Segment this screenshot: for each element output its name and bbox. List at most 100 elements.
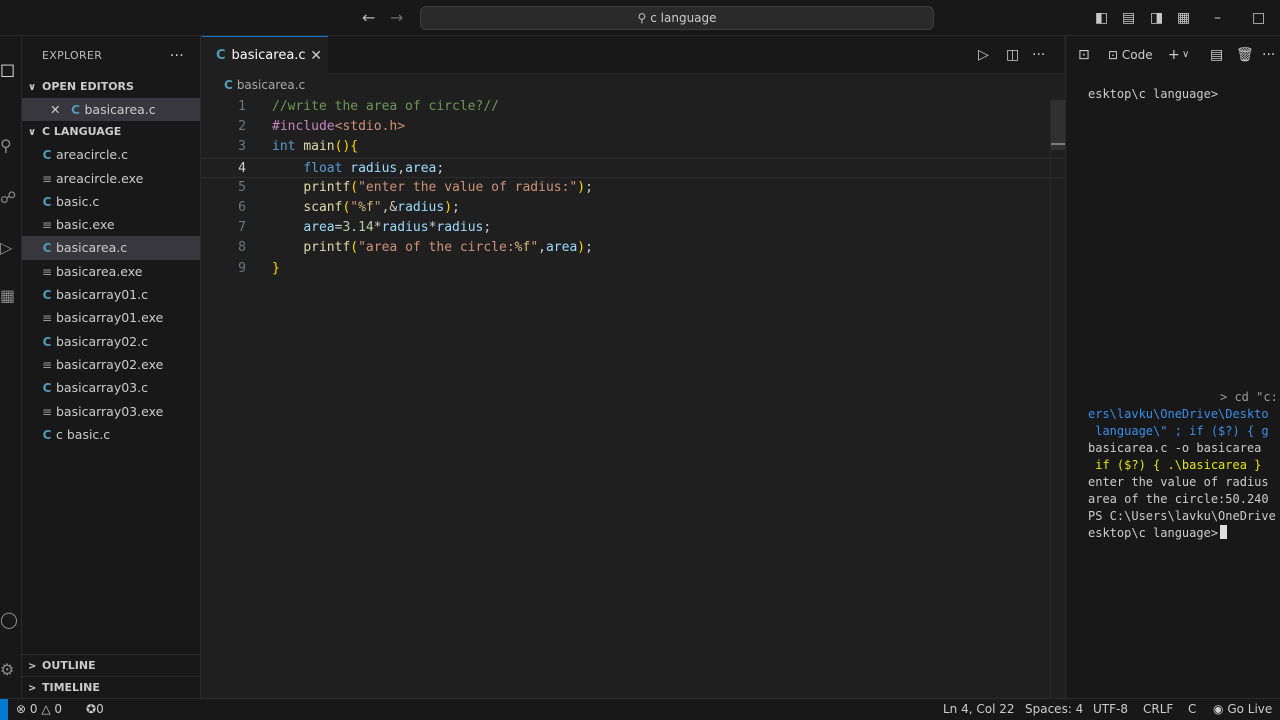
line-endings[interactable]: CRLF [1143, 699, 1173, 720]
back-arrow-icon[interactable]: ← [362, 8, 375, 28]
file-item[interactable]: Careacircle.c [22, 143, 200, 166]
split-editor-icon[interactable]: ◫ [1006, 46, 1019, 64]
trash-icon[interactable]: 🗑 [1236, 47, 1254, 63]
source-control-icon[interactable]: ☍ [0, 188, 22, 207]
line-number: 8 [238, 240, 246, 256]
terminal-line: > cd "c: [1088, 389, 1280, 406]
code-text: printf("enter the value of radius:"); [303, 179, 593, 195]
breadcrumb[interactable]: Cbasicarea.c [202, 74, 1064, 96]
file-item[interactable]: ≡ basicarray01.exe [22, 306, 200, 329]
customize-layout-icon[interactable]: ▦ [1177, 10, 1190, 26]
file-item[interactable]: Cbasic.c [22, 190, 200, 213]
file-item[interactable]: Cbasicarray02.c [22, 330, 200, 353]
maximize-icon[interactable]: □ [1252, 10, 1265, 26]
file-label: basic.exe [56, 217, 115, 233]
settings-gear-icon[interactable]: ⚙ [0, 660, 22, 679]
search-view-icon[interactable]: ⚲ [0, 136, 22, 155]
editor-area: Cbasicarea.c ✕ ▷ ◫ ··· Cbasicarea.c 1 //w… [202, 36, 1065, 698]
more-actions-icon[interactable]: ··· [170, 36, 184, 76]
command-center-search[interactable]: ⚲ c language [420, 6, 934, 30]
file-item[interactable]: Cbasicarray01.c [22, 283, 200, 306]
ports-status[interactable]: ✪0 [86, 699, 104, 720]
terminal-line: esktop\c language> [1088, 86, 1280, 103]
line-number: 1 [238, 99, 246, 114]
run-code-icon[interactable]: ▷ [978, 46, 989, 64]
code-line[interactable]: 9} [202, 259, 1064, 279]
c-file-icon: C [42, 194, 52, 209]
terminal-tab[interactable]: ⊡ Code [1108, 48, 1153, 62]
file-label: basicarea.exe [56, 263, 143, 279]
file-item[interactable]: Cc basic.c [22, 423, 200, 446]
indentation[interactable]: Spaces: 4 [1025, 699, 1083, 720]
terminal-panel: ⊡ ⊡ Code + ∨ ▤ 🗑 ··· esktop\c language> >… [1065, 36, 1280, 698]
exe-file-icon: ≡ [41, 311, 53, 326]
file-item[interactable]: ≡ basicarray02.exe [22, 353, 200, 376]
activity-bar: □ ⚲ ☍ ▷ ▦ ◯ ⚙ [0, 36, 22, 698]
code-line[interactable]: 1 //write the area of circle?// [202, 97, 1064, 117]
command-center-label: c language [650, 11, 717, 25]
toggle-panel-icon[interactable]: ▤ [1122, 10, 1135, 26]
remote-indicator[interactable] [0, 699, 8, 720]
file-label: c basic.c [56, 426, 111, 442]
folder-section[interactable]: ∨ C LANGUAGE [22, 121, 200, 143]
warning-count: 0 [54, 702, 63, 716]
close-icon[interactable]: ✕ [310, 37, 322, 75]
cursor-position[interactable]: Ln 4, Col 22 [943, 699, 1015, 720]
open-editor-item[interactable]: ✕ Cbasicarea.c [22, 98, 200, 122]
problems-status[interactable]: ⊗ 0 △ 0 [16, 699, 62, 720]
terminal-text: language\" ; if ($?) { g [1088, 424, 1269, 438]
line-number: 9 [238, 260, 246, 276]
file-item[interactable]: ≡ areacircle.exe [22, 167, 200, 190]
language-mode[interactable]: C [1188, 699, 1196, 720]
terminal-line: basicarea.c -o basicarea [1088, 440, 1280, 457]
file-label: basicarray03.exe [56, 403, 164, 419]
c-file-icon: C [42, 427, 52, 442]
toggle-primary-sidebar-icon[interactable]: ◧ [1095, 10, 1108, 26]
code-line[interactable]: 2 #include<stdio.h> [202, 117, 1064, 137]
outline-section[interactable]: > OUTLINE [22, 654, 201, 676]
forward-arrow-icon[interactable]: → [390, 8, 403, 28]
toggle-secondary-sidebar-icon[interactable]: ◨ [1150, 10, 1163, 26]
terminal-output[interactable]: esktop\c language> > cd "c: ers\lavku\OneD… [1088, 86, 1280, 542]
code-editor[interactable]: 1 //write the area of circle?// 2 #include<… [202, 97, 1064, 279]
code-line[interactable]: 8 printf("area of the circle:%f",area); [202, 238, 1064, 258]
file-item[interactable]: Cbasicarray03.c [22, 376, 200, 399]
encoding[interactable]: UTF-8 [1093, 699, 1128, 720]
explorer-icon[interactable]: □ [0, 60, 22, 79]
line-number: 5 [238, 179, 246, 195]
terminal-text: ers\lavku\OneDrive\Deskto [1088, 407, 1269, 421]
go-live-label: Go Live [1227, 702, 1273, 716]
more-actions-icon[interactable]: ··· [1262, 47, 1275, 63]
run-debug-icon[interactable]: ▷ [0, 238, 22, 257]
close-icon[interactable]: ✕ [50, 102, 60, 117]
code-text: int main(){ [272, 139, 359, 155]
tab-basicarea-c[interactable]: Cbasicarea.c ✕ [202, 36, 328, 74]
go-live-button[interactable]: ◉ Go Live [1213, 699, 1272, 720]
terminal-text: area of the circle:50.240 [1088, 492, 1269, 506]
file-item[interactable]: ≡ basicarray03.exe [22, 400, 200, 423]
account-icon[interactable]: ◯ [0, 610, 22, 629]
code-line[interactable]: 7 area=3.14*radius*radius; [202, 218, 1064, 238]
open-editors-section[interactable]: ∨ OPEN EDITORS [22, 76, 200, 98]
chevron-down-icon[interactable]: ∨ [1182, 47, 1189, 63]
exe-file-icon: ≡ [41, 404, 53, 419]
new-terminal-plus-icon[interactable]: + [1168, 47, 1180, 63]
file-item[interactable]: Cbasicarea.c [22, 236, 200, 260]
code-line[interactable]: 5 printf("enter the value of radius:"); [202, 178, 1064, 198]
code-line[interactable]: 4 float radius,area; [202, 157, 1064, 178]
code-line[interactable]: 3 int main(){ [202, 137, 1064, 157]
split-terminal-icon[interactable]: ▤ [1210, 47, 1223, 63]
more-actions-icon[interactable]: ··· [1032, 46, 1045, 64]
file-item[interactable]: ≡ basicarea.exe [22, 260, 200, 283]
code-line[interactable]: 6 scanf("%f",&radius); [202, 198, 1064, 218]
timeline-section[interactable]: > TIMELINE [22, 676, 201, 698]
terminal-line: PS C:\Users\lavku\OneDrive [1088, 508, 1280, 525]
line-number: 6 [238, 199, 246, 215]
chevron-down-icon: ∨ [28, 127, 37, 139]
extensions-icon[interactable]: ▦ [0, 286, 22, 305]
file-item[interactable]: ≡ basic.exe [22, 213, 200, 236]
editor-scrollbar[interactable] [1050, 100, 1065, 698]
terminal-line: enter the value of radius [1088, 474, 1280, 491]
terminal-text: basicarea.c -o basicarea [1088, 441, 1262, 455]
minimize-icon[interactable]: – [1214, 10, 1221, 26]
